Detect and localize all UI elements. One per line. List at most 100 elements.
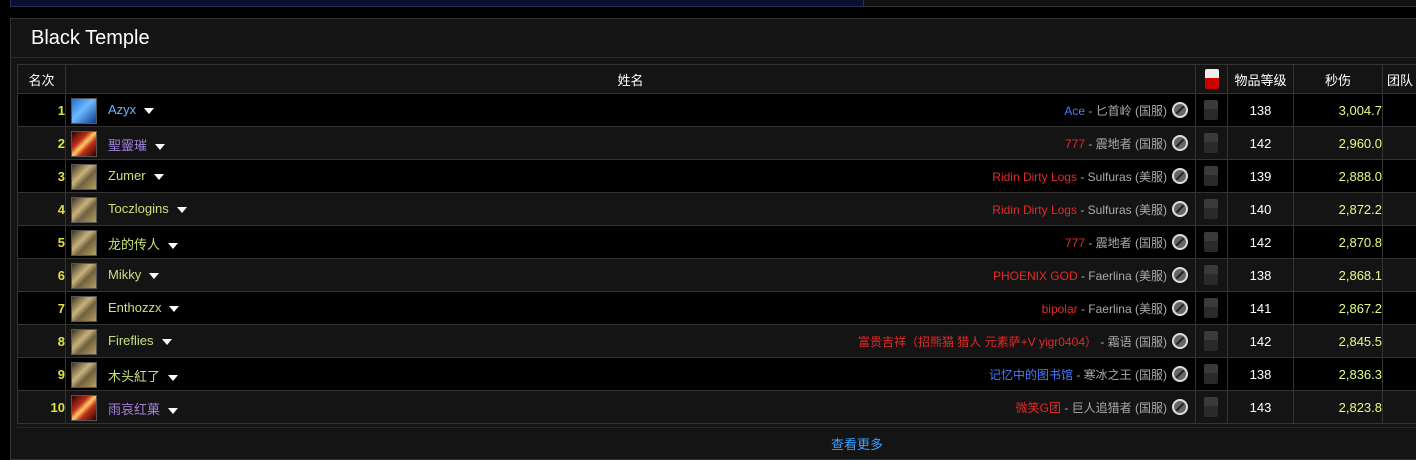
youtube-icon[interactable] (1204, 364, 1218, 384)
dps-value: 2,836.3 (1294, 358, 1383, 391)
guild-name[interactable]: 记忆中的图书馆 (989, 368, 1073, 382)
top-banner (10, 0, 864, 7)
team-cell (1383, 325, 1416, 358)
dps-value: 2,868.1 (1294, 259, 1383, 292)
ranking-table: 名次 姓名 物品等级 秒伤 团队 1AzyxAce - 匕首岭 (国服)1383… (17, 64, 1416, 424)
armory-icon[interactable] (1172, 102, 1188, 118)
item-level: 143 (1228, 391, 1294, 424)
rank-number: 5 (18, 226, 66, 259)
class-icon[interactable] (71, 296, 97, 322)
armory-icon[interactable] (1172, 399, 1188, 415)
rank-number: 4 (18, 193, 66, 226)
rank-header[interactable]: 名次 (18, 65, 66, 94)
chevron-down-icon[interactable] (155, 144, 165, 150)
chevron-down-icon[interactable] (168, 375, 178, 381)
player-name-text[interactable]: Fireflies (108, 333, 154, 348)
armory-icon[interactable] (1172, 135, 1188, 151)
player-name[interactable]: 聖靈璀 (108, 135, 165, 154)
table-row: 3ZumerRidin Dirty Logs - Sulfuras (美服)13… (18, 160, 1416, 193)
armory-icon[interactable] (1172, 201, 1188, 217)
name-header[interactable]: 姓名 (66, 65, 1196, 94)
player-name-text[interactable]: Zumer (108, 168, 146, 183)
guild-name[interactable]: PHOENIX GOD (993, 269, 1078, 283)
guild-name[interactable]: 777 (1065, 137, 1085, 151)
chevron-down-icon[interactable] (149, 273, 159, 279)
player-name-text[interactable]: Enthozzx (108, 300, 161, 315)
armory-icon[interactable] (1172, 333, 1188, 349)
item-level: 141 (1228, 292, 1294, 325)
title-divider (11, 57, 1416, 58)
team-cell (1383, 127, 1416, 160)
player-name-text[interactable]: 聖靈璀 (108, 138, 147, 153)
player-cell: Enthozzxbipolar - Faerlina (美服) (66, 292, 1196, 325)
class-icon[interactable] (71, 164, 97, 190)
player-name-text[interactable]: 龙的传人 (108, 237, 160, 252)
class-icon[interactable] (71, 362, 97, 388)
youtube-icon[interactable] (1204, 397, 1218, 417)
dps-value: 2,823.8 (1294, 391, 1383, 424)
guild-realm: 富贵吉祥（招熊猫 猎人 元素萨+V yigr0404） - 霜语 (国服) (858, 333, 1167, 350)
youtube-icon[interactable] (1204, 133, 1218, 153)
player-name-text[interactable]: 雨哀红菓 (108, 402, 160, 417)
player-name[interactable]: Mikky (108, 267, 159, 282)
player-name[interactable]: Toczlogins (108, 201, 187, 216)
class-icon[interactable] (71, 263, 97, 289)
guild-name[interactable]: Ace (1064, 104, 1085, 118)
player-cell: AzyxAce - 匕首岭 (国服) (66, 94, 1196, 127)
player-name-text[interactable]: 木头紅了 (108, 369, 160, 384)
team-cell (1383, 391, 1416, 424)
class-icon[interactable] (71, 230, 97, 256)
class-icon[interactable] (71, 131, 97, 157)
player-name[interactable]: Azyx (108, 102, 154, 117)
player-name-text[interactable]: Mikky (108, 267, 141, 282)
youtube-header (1196, 65, 1228, 94)
player-name-text[interactable]: Azyx (108, 102, 136, 117)
armory-icon[interactable] (1172, 267, 1188, 283)
youtube-icon[interactable] (1204, 298, 1218, 318)
youtube-icon[interactable] (1204, 232, 1218, 252)
rank-number: 1 (18, 94, 66, 127)
youtube-icon[interactable] (1204, 199, 1218, 219)
guild-name[interactable]: 777 (1065, 236, 1085, 250)
youtube-icon[interactable] (1204, 265, 1218, 285)
guild-name[interactable]: Ridin Dirty Logs (992, 203, 1077, 217)
chevron-down-icon[interactable] (177, 207, 187, 213)
youtube-icon[interactable] (1204, 331, 1218, 351)
guild-name[interactable]: 富贵吉祥（招熊猫 猎人 元素萨+V yigr0404） (858, 335, 1097, 349)
player-name[interactable]: 龙的传人 (108, 234, 178, 253)
team-cell (1383, 259, 1416, 292)
guild-realm: Ridin Dirty Logs - Sulfuras (美服) (992, 168, 1167, 185)
player-name-text[interactable]: Toczlogins (108, 201, 169, 216)
chevron-down-icon[interactable] (169, 306, 179, 312)
player-cell: Fireflies 富贵吉祥（招熊猫 猎人 元素萨+V yigr0404） - 霜… (66, 325, 1196, 358)
chevron-down-icon[interactable] (168, 408, 178, 414)
guild-name[interactable]: 微笑G团 (1016, 401, 1061, 415)
player-name[interactable]: Zumer (108, 168, 164, 183)
youtube-icon[interactable] (1204, 100, 1218, 120)
player-name[interactable]: 木头紅了 (108, 366, 178, 385)
guild-name[interactable]: Ridin Dirty Logs (992, 170, 1077, 184)
class-icon[interactable] (71, 98, 97, 124)
chevron-down-icon[interactable] (162, 339, 172, 345)
team-header[interactable]: 团队 (1383, 65, 1416, 94)
guild-name[interactable]: bipolar (1042, 302, 1078, 316)
dps-header[interactable]: 秒伤 (1294, 65, 1383, 94)
armory-icon[interactable] (1172, 366, 1188, 382)
armory-icon[interactable] (1172, 300, 1188, 316)
chevron-down-icon[interactable] (168, 243, 178, 249)
player-cell: 木头紅了记忆中的图书馆 - 寒冰之王 (国服) (66, 358, 1196, 391)
class-icon[interactable] (71, 395, 97, 421)
chevron-down-icon[interactable] (144, 108, 154, 114)
youtube-icon[interactable] (1204, 166, 1218, 186)
player-name[interactable]: Fireflies (108, 333, 172, 348)
chevron-down-icon[interactable] (154, 174, 164, 180)
item-level-header[interactable]: 物品等级 (1228, 65, 1294, 94)
youtube-cell (1196, 193, 1228, 226)
class-icon[interactable] (71, 197, 97, 223)
item-level: 138 (1228, 358, 1294, 391)
armory-icon[interactable] (1172, 234, 1188, 250)
class-icon[interactable] (71, 329, 97, 355)
armory-icon[interactable] (1172, 168, 1188, 184)
player-name[interactable]: 雨哀红菓 (108, 399, 178, 418)
player-name[interactable]: Enthozzx (108, 300, 179, 315)
